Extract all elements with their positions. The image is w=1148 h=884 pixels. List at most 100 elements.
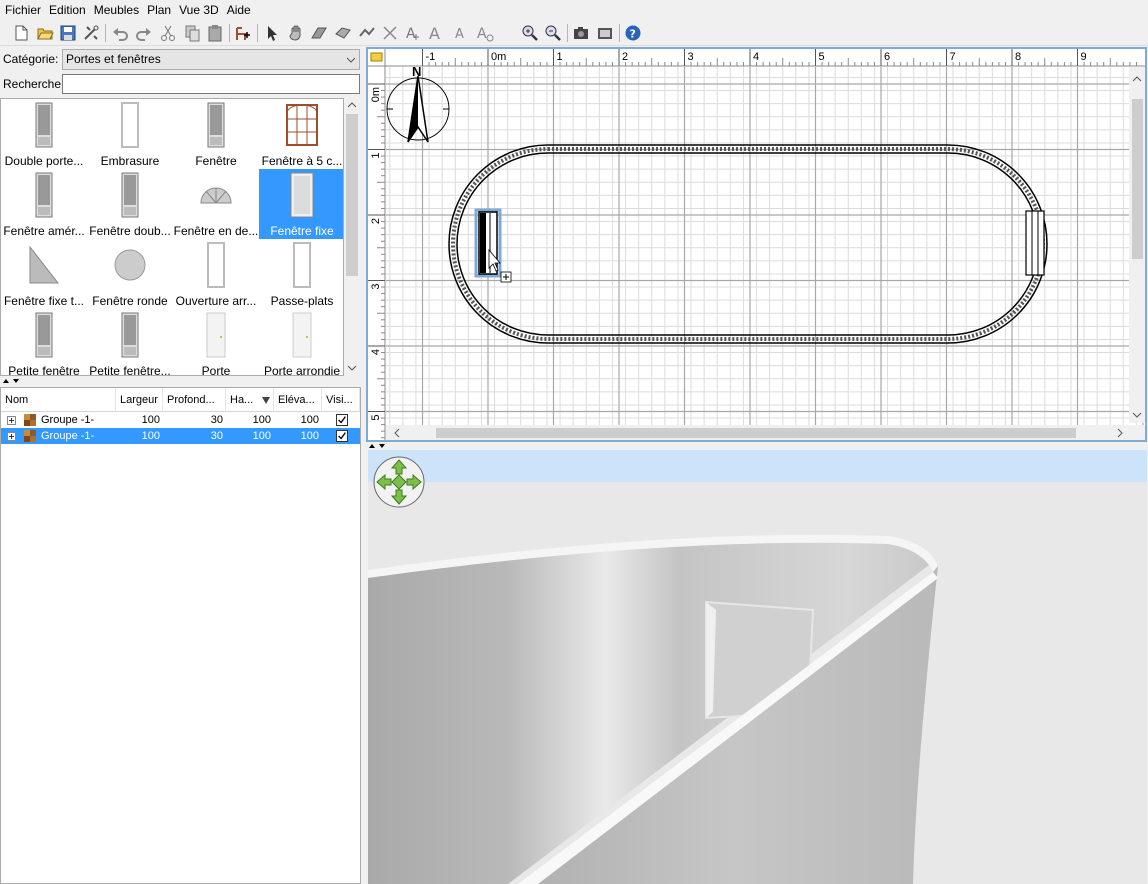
col-width[interactable]: Largeur <box>116 388 163 412</box>
catalog-item[interactable]: Fenêtre doub... <box>87 169 173 239</box>
expand-icon[interactable] <box>7 416 16 425</box>
catalog-item[interactable]: Porte <box>173 309 259 376</box>
copy-icon[interactable] <box>182 23 202 43</box>
create-polylines-icon[interactable] <box>357 23 377 43</box>
catalog-item[interactable]: Passe-plats <box>259 239 343 309</box>
create-video-icon[interactable] <box>595 23 615 43</box>
open-icon[interactable] <box>35 23 55 43</box>
furniture-catalog: Double porte... Embrasure Fenêtre Fenêtre à… <box>0 98 344 376</box>
row-name: Groupe -1- <box>41 430 95 442</box>
create-photo-icon[interactable] <box>571 23 591 43</box>
help-icon[interactable]: ? <box>623 23 643 43</box>
col-name[interactable]: Nom <box>1 388 116 412</box>
cut-icon[interactable] <box>158 23 178 43</box>
modify-text-icon[interactable]: A <box>475 23 495 43</box>
catalog-item[interactable]: Fenêtre ronde <box>87 239 173 309</box>
ruler-y-label: 4 <box>370 349 382 355</box>
pan-mode-icon[interactable] <box>286 23 306 43</box>
ruler-x-label: 9 <box>1081 51 1087 63</box>
ruler-x-label: 7 <box>950 51 956 63</box>
add-furniture-icon[interactable] <box>233 23 253 43</box>
col-depth[interactable]: Profond... <box>163 388 226 412</box>
catalog-item-label: Fenêtre <box>195 154 237 168</box>
create-rooms-icon[interactable] <box>333 23 353 43</box>
catalog-item[interactable]: Double porte... <box>1 99 87 169</box>
catalog-item-label: Petite fenêtre <box>8 364 80 376</box>
create-dimensions-icon[interactable] <box>380 23 400 43</box>
3d-view[interactable] <box>368 450 1147 884</box>
zoom-out-icon[interactable] <box>543 23 563 43</box>
menu-vue3d[interactable]: Vue 3D <box>176 0 222 20</box>
left-splitter[interactable] <box>0 377 364 385</box>
redo-icon[interactable] <box>134 23 154 43</box>
catalog-scrollbar[interactable] <box>344 98 360 376</box>
group-icon <box>24 430 36 442</box>
level-icon[interactable] <box>370 52 383 62</box>
menu-meubles[interactable]: Meubles <box>91 0 142 20</box>
ruler-x-label: 4 <box>753 51 759 63</box>
plan-view[interactable]: -1 0m 1 2 3 4 5 6 7 8 9 0m 1 2 3 4 5 N <box>366 47 1147 442</box>
menu-plan[interactable]: Plan <box>144 0 174 20</box>
paste-icon[interactable] <box>205 23 225 43</box>
catalog-item[interactable]: Ouverture arr... <box>173 239 259 309</box>
scroll-up-icon[interactable] <box>347 101 357 109</box>
plan-canvas[interactable]: -1 0m 1 2 3 4 5 6 7 8 9 0m 1 2 3 4 5 N <box>368 49 1145 440</box>
col-elevation[interactable]: Eléva... <box>274 388 322 412</box>
row-height: 100 <box>252 430 271 442</box>
create-walls-icon[interactable] <box>309 23 329 43</box>
table-row[interactable]: Groupe -1- 100 30 100 100 <box>1 428 360 444</box>
catalog-item[interactable]: Fenêtre <box>173 99 259 169</box>
preferences-icon[interactable] <box>81 23 101 43</box>
catalog-item[interactable]: Fenêtre amér... <box>1 169 87 239</box>
plan-vertical-scrollbar[interactable] <box>1129 67 1145 423</box>
catalog-item[interactable]: Petite fenêtre <box>1 309 87 376</box>
catalog-item-label: Fenêtre en de... <box>173 224 259 238</box>
table-row[interactable]: Groupe -1- 100 30 100 100 <box>1 412 360 428</box>
menu-aide[interactable]: Aide <box>224 0 254 20</box>
row-width: 100 <box>141 430 160 442</box>
col-height[interactable]: Ha... <box>226 388 274 412</box>
catalog-item-label: Ouverture arr... <box>175 294 257 308</box>
visible-checkbox[interactable] <box>336 430 348 442</box>
round-window-icon <box>114 249 146 281</box>
category-select[interactable]: Portes et fenêtres <box>62 49 360 70</box>
increase-text-icon[interactable]: A <box>427 23 447 43</box>
undo-icon[interactable] <box>110 23 130 43</box>
catalog-item[interactable]: Fenêtre à 5 c... <box>259 99 343 169</box>
col-visible[interactable]: Visi... <box>322 388 360 412</box>
ruler-y-label: 0m <box>370 87 382 102</box>
ruler-x-label: 6 <box>884 51 890 63</box>
arched-opening-icon <box>207 242 225 288</box>
zoom-in-icon[interactable] <box>520 23 540 43</box>
menu-fichier[interactable]: Fichier <box>2 0 44 20</box>
scroll-thumb[interactable] <box>346 114 358 276</box>
category-value: Portes et fenêtres <box>66 52 161 66</box>
plan-horizontal-scrollbar[interactable] <box>386 425 1129 440</box>
window[interactable] <box>1025 210 1045 276</box>
ruler-y-label: 5 <box>370 415 382 421</box>
catalog-item[interactable]: Petite fenêtre... <box>87 309 173 375</box>
catalog-item[interactable]: Porte arrondie <box>259 309 343 375</box>
new-home-icon[interactable] <box>11 23 31 43</box>
navigation-arrows-icon[interactable] <box>372 455 426 509</box>
catalog-item-label: Porte <box>201 364 231 376</box>
catalog-item-label: Fenêtre doub... <box>89 224 171 238</box>
catalog-item[interactable]: Fenêtre fixe <box>259 169 343 239</box>
catalog-item[interactable]: Fenêtre en de... <box>173 169 259 239</box>
expand-icon[interactable] <box>7 432 16 441</box>
ruler-y-label: 2 <box>370 218 382 224</box>
plan-3d-splitter[interactable] <box>366 443 1147 450</box>
visible-checkbox[interactable] <box>336 414 348 426</box>
catalog-item[interactable]: Embrasure <box>87 99 173 169</box>
window-5-panes-icon <box>286 104 318 146</box>
ruler-x-label: 3 <box>688 51 694 63</box>
catalog-item-label: Fenêtre fixe <box>270 224 334 238</box>
save-icon[interactable] <box>58 23 78 43</box>
scroll-down-icon[interactable] <box>347 364 357 372</box>
search-input[interactable] <box>62 74 360 94</box>
menu-edition[interactable]: Edition <box>46 0 89 20</box>
catalog-item[interactable]: Fenêtre fixe t... <box>1 239 87 309</box>
select-mode-icon[interactable] <box>262 23 282 43</box>
add-text-icon[interactable]: A <box>403 23 423 43</box>
decrease-text-icon[interactable]: A <box>451 23 471 43</box>
